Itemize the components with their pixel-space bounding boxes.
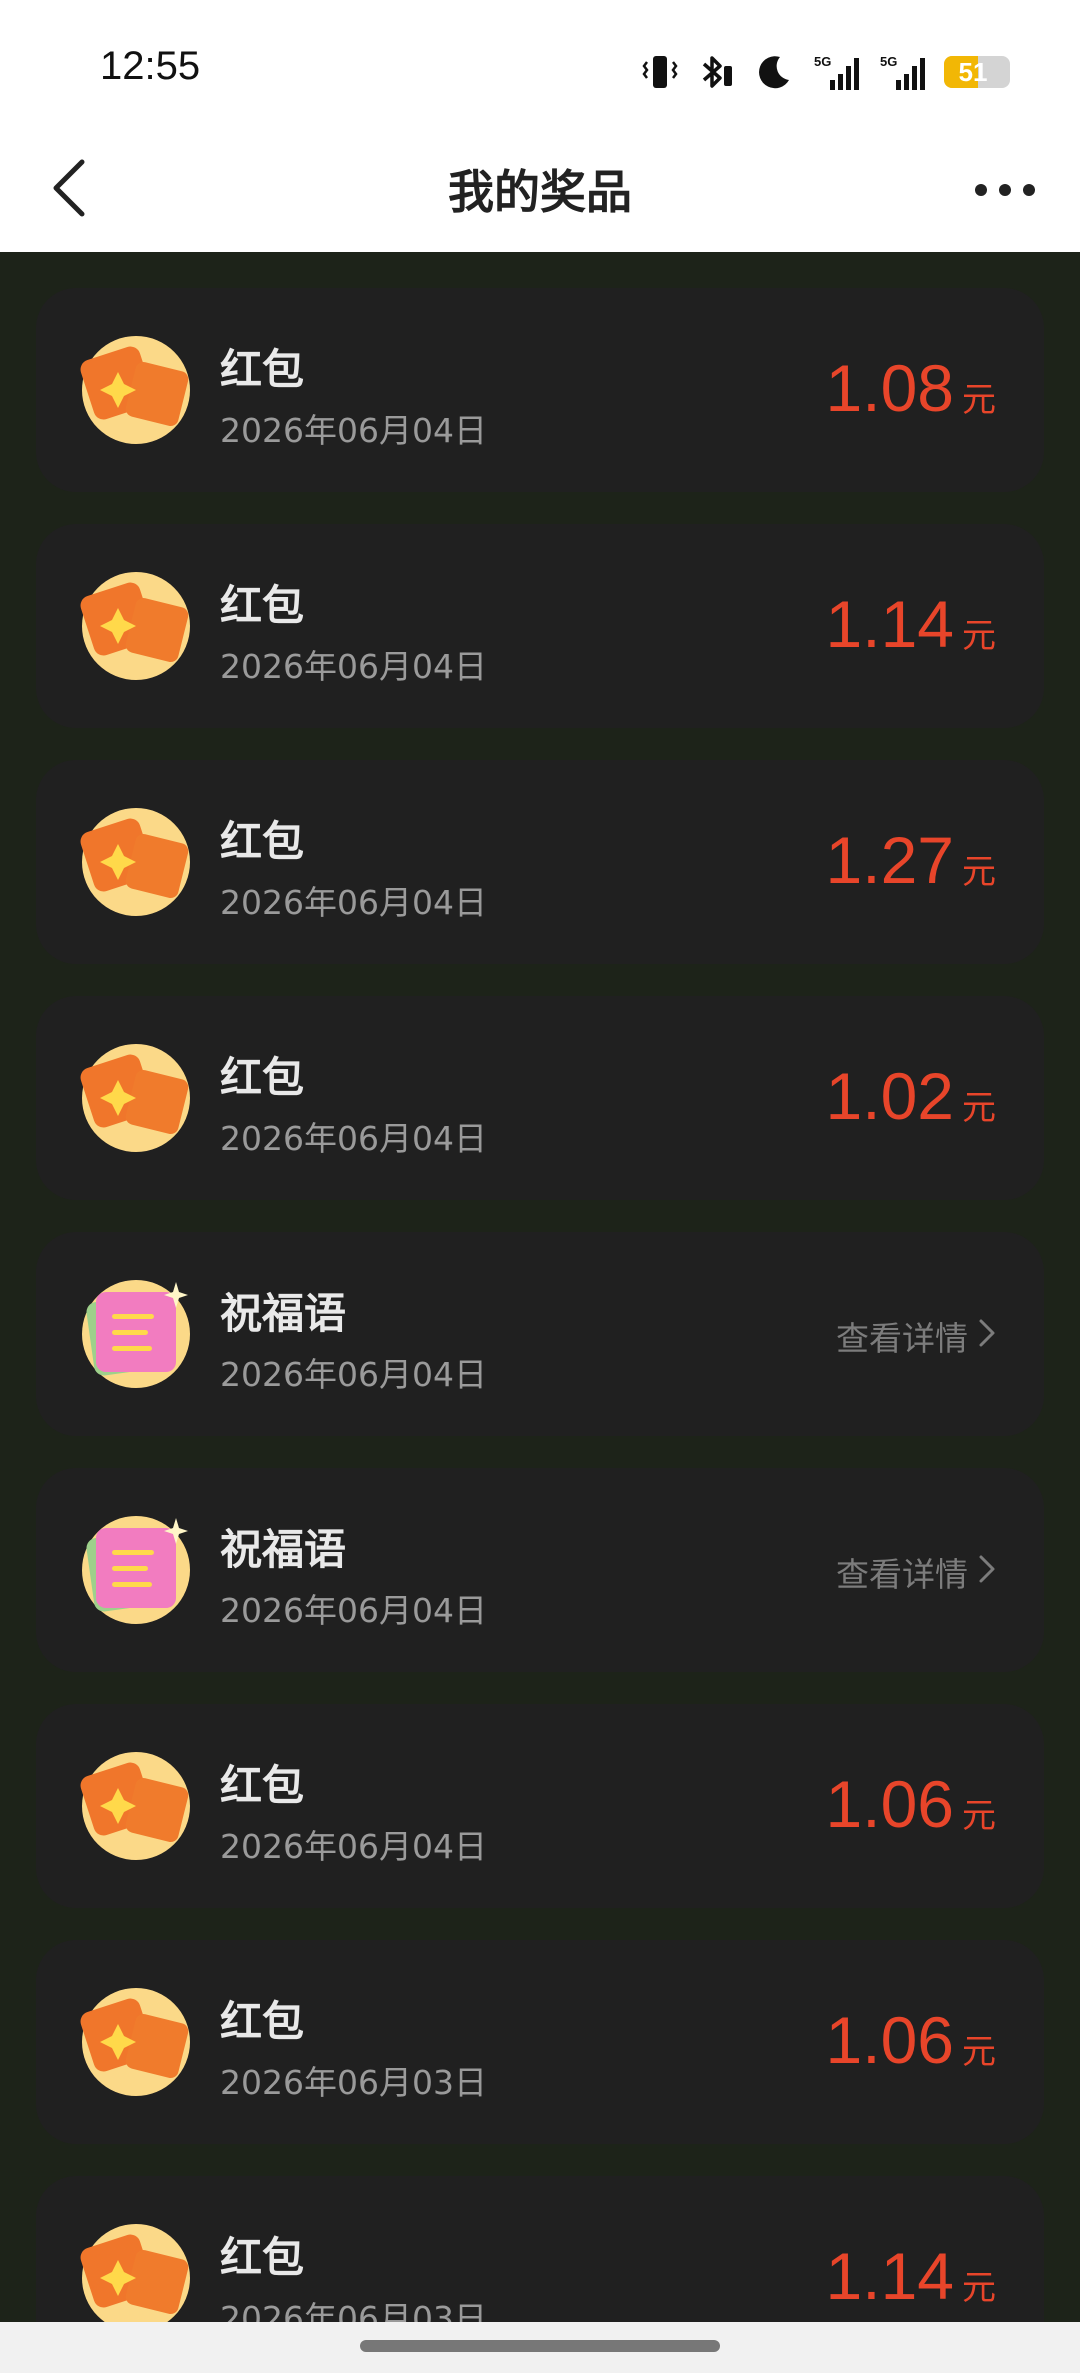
prize-name: 红包 xyxy=(220,345,305,394)
more-dot xyxy=(999,184,1011,196)
red-packet-icon xyxy=(80,1040,196,1156)
5g-signal-icon: 5G xyxy=(878,52,926,92)
prize-amount: 1.14 元 xyxy=(826,2238,996,2314)
prize-amount: 1.06 元 xyxy=(826,2002,996,2078)
more-dots-icon xyxy=(975,184,987,196)
prize-item[interactable]: 红包 2026年06月03日 1.06 元 xyxy=(36,1940,1044,2144)
prize-name: 红包 xyxy=(220,1761,305,1810)
prize-amount: 1.02 元 xyxy=(826,1058,996,1134)
prize-item[interactable]: 红包 2026年06月04日 1.27 元 xyxy=(36,760,1044,964)
prize-item[interactable]: 红包 2026年06月04日 1.14 元 xyxy=(36,524,1044,728)
more-button[interactable] xyxy=(960,160,1050,220)
view-detail-label: 查看详情 xyxy=(836,1555,968,1594)
home-indicator-area xyxy=(0,2322,1080,2373)
prize-name: 红包 xyxy=(220,581,305,630)
prize-item[interactable]: 红包 2026年06月03日 1.14 元 xyxy=(36,2176,1044,2322)
prize-name: 红包 xyxy=(220,1997,305,2046)
prize-date: 2026年06月03日 xyxy=(220,2063,487,2102)
blessing-card-icon xyxy=(80,1512,196,1628)
amount-unit: 元 xyxy=(962,2268,996,2308)
battery-indicator: 51 xyxy=(944,56,1010,88)
prize-amount: 1.06 元 xyxy=(826,1766,996,1842)
view-detail-label: 查看详情 xyxy=(836,1319,968,1358)
red-packet-icon xyxy=(80,2220,196,2322)
amount-value: 1.27 xyxy=(825,823,954,897)
prize-date: 2026年06月04日 xyxy=(220,1591,487,1630)
amount-unit: 元 xyxy=(962,616,996,656)
amount-value: 1.08 xyxy=(825,351,954,425)
prize-list[interactable]: 红包 2026年06月04日 1.08 元 红包 2026年06月04日 1.1… xyxy=(0,252,1080,2322)
prize-amount: 1.27 元 xyxy=(826,822,996,898)
chevron-right-icon xyxy=(978,1317,996,1356)
red-packet-icon xyxy=(80,804,196,920)
amount-unit: 元 xyxy=(962,852,996,892)
prize-name: 红包 xyxy=(220,2233,305,2282)
vibrate-icon xyxy=(642,52,678,92)
view-detail-link[interactable]: 查看详情 xyxy=(836,1312,996,1360)
svg-text:5G: 5G xyxy=(880,54,897,69)
amount-unit: 元 xyxy=(962,2032,996,2072)
prize-name: 红包 xyxy=(220,817,305,866)
prize-item[interactable]: 祝福语 2026年06月04日 查看详情 xyxy=(36,1468,1044,1672)
prize-amount: 1.14 元 xyxy=(826,586,996,662)
amount-unit: 元 xyxy=(962,1796,996,1836)
prize-date: 2026年06月04日 xyxy=(220,883,487,922)
moon-icon xyxy=(754,52,794,92)
chevron-right-icon xyxy=(978,1553,996,1592)
prize-date: 2026年06月04日 xyxy=(220,1827,487,1866)
prize-name: 红包 xyxy=(220,1053,305,1102)
prize-item[interactable]: 红包 2026年06月04日 1.02 元 xyxy=(36,996,1044,1200)
amount-value: 1.06 xyxy=(825,1767,954,1841)
amount-unit: 元 xyxy=(962,380,996,420)
amount-value: 1.06 xyxy=(825,2003,954,2077)
amount-unit: 元 xyxy=(962,1088,996,1128)
blessing-card-icon xyxy=(80,1276,196,1392)
status-bar: 12:55 5G 5G 51 xyxy=(0,0,1080,130)
bluetooth-icon xyxy=(696,52,736,92)
prize-date: 2026年06月04日 xyxy=(220,411,487,450)
amount-value: 1.14 xyxy=(825,587,954,661)
red-packet-icon xyxy=(80,568,196,684)
amount-value: 1.02 xyxy=(825,1059,954,1133)
prize-date: 2026年06月04日 xyxy=(220,647,487,686)
svg-text:5G: 5G xyxy=(814,54,831,69)
red-packet-icon xyxy=(80,332,196,448)
red-packet-icon xyxy=(80,1748,196,1864)
5g-signal-icon: 5G xyxy=(812,52,860,92)
status-icons: 5G 5G 51 xyxy=(642,48,1010,96)
prize-item[interactable]: 祝福语 2026年06月04日 查看详情 xyxy=(36,1232,1044,1436)
prize-name: 祝福语 xyxy=(220,1289,347,1338)
status-time: 12:55 xyxy=(100,44,201,88)
amount-value: 1.14 xyxy=(825,2239,954,2313)
prize-amount: 1.08 元 xyxy=(826,350,996,426)
battery-level: 51 xyxy=(958,56,988,87)
prize-item[interactable]: 红包 2026年06月04日 1.06 元 xyxy=(36,1704,1044,1908)
red-packet-icon xyxy=(80,1984,196,2100)
home-indicator[interactable] xyxy=(360,2340,720,2352)
prize-item[interactable]: 红包 2026年06月04日 1.08 元 xyxy=(36,288,1044,492)
more-dot xyxy=(1023,184,1035,196)
prize-name: 祝福语 xyxy=(220,1525,347,1574)
page-title: 我的奖品 xyxy=(448,165,632,219)
prize-date: 2026年06月04日 xyxy=(220,1355,487,1394)
nav-bar: 我的奖品 xyxy=(0,130,1080,252)
prize-date: 2026年06月03日 xyxy=(220,2299,487,2322)
view-detail-link[interactable]: 查看详情 xyxy=(836,1548,996,1596)
prize-date: 2026年06月04日 xyxy=(220,1119,487,1158)
